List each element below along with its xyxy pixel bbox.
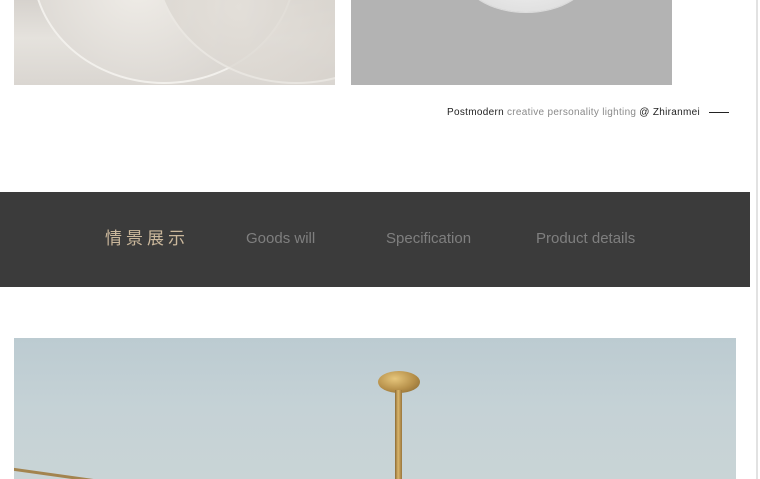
caption-brand-word: Postmodern <box>447 106 504 118</box>
caption-description: creative personality lighting <box>506 106 637 118</box>
brass-rod <box>395 390 402 479</box>
nav-tab-goods-will[interactable]: Goods will <box>246 228 315 250</box>
nav-tab-product-details[interactable]: Product details <box>536 228 635 250</box>
photo-caption: Postmodern creative personality lighting… <box>447 104 729 120</box>
caption-credit: @ Zhiranmei <box>639 106 700 118</box>
product-photo-orbs <box>14 0 335 85</box>
product-photo-disc <box>351 0 672 85</box>
nav-tab-scene-display[interactable]: 情景展示 <box>105 228 189 250</box>
caption-dash-line <box>709 111 729 113</box>
scene-photo-brass-pendant <box>14 338 736 479</box>
brass-arm <box>14 467 147 479</box>
page-edge-divider <box>756 0 758 479</box>
glass-disc-shape <box>461 0 591 12</box>
section-nav-band: 情景展示 Goods will Specification Product de… <box>0 192 750 287</box>
nav-tab-specification[interactable]: Specification <box>386 228 471 250</box>
